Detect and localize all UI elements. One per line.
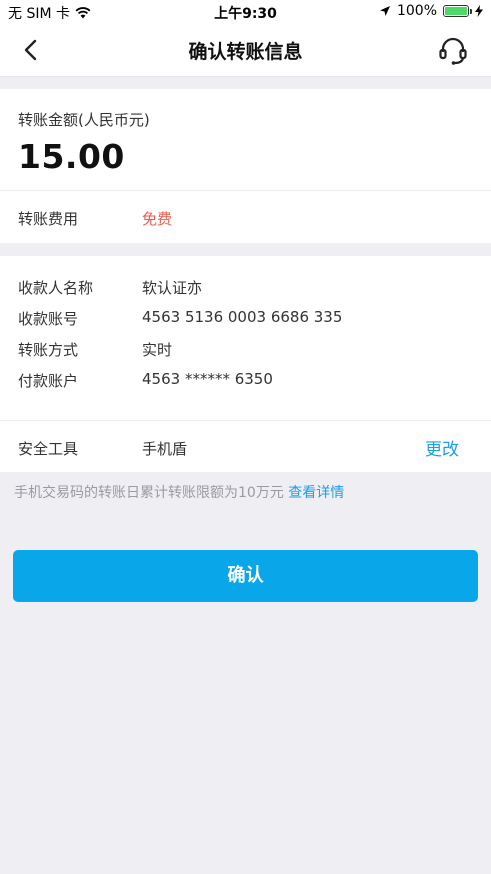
detail-row-transfer-method: 转账方式 实时 (0, 333, 491, 363)
divider (0, 420, 491, 421)
view-details-link[interactable]: 查看详情 (288, 485, 344, 501)
detail-row-payee-account: 收款账号 4563 5136 0003 6686 335 (0, 302, 491, 332)
change-security-tool-link[interactable]: 更改 (425, 435, 459, 460)
amount-card: 转账金额(人民币元) 15.00 转账费用 免费 (0, 89, 491, 243)
detail-value: 4563 ****** 6350 (142, 370, 273, 388)
detail-label: 收款人名称 (18, 279, 94, 297)
limit-notice-text: 手机交易码的转账日累计转账限额为10万元 (14, 485, 284, 501)
detail-label: 收款账号 (18, 310, 79, 328)
detail-label: 转账方式 (18, 341, 79, 359)
status-right-group: 100% (379, 3, 483, 19)
status-bar: 无 SIM 卡 上午9:30 100% (0, 0, 491, 24)
details-card: 收款人名称 软认证亦 收款账号 4563 5136 0003 6686 335 … (0, 256, 491, 472)
security-tool-value: 手机盾 (142, 440, 188, 458)
fee-value: 免费 (142, 210, 173, 228)
fee-label: 转账费用 (18, 210, 79, 228)
confirm-button[interactable]: 确认 (13, 550, 478, 602)
detail-value: 实时 (142, 341, 173, 359)
detail-row-payer-account: 付款账户 4563 ****** 6350 (0, 364, 491, 394)
battery-fill (445, 7, 467, 15)
amount-value: 15.00 (18, 137, 125, 176)
limit-notice: 手机交易码的转账日累计转账限额为10万元 查看详情 (14, 482, 344, 502)
security-tool-label: 安全工具 (18, 440, 79, 458)
detail-row-payee-name: 收款人名称 软认证亦 (0, 271, 491, 301)
battery-icon (443, 5, 472, 17)
location-arrow-icon (379, 6, 390, 16)
detail-label: 付款账户 (18, 372, 79, 390)
detail-value: 4563 5136 0003 6686 335 (142, 308, 343, 326)
charging-bolt-icon (475, 5, 483, 17)
page-title: 确认转账信息 (188, 41, 303, 63)
battery-percent: 100% (396, 3, 437, 19)
amount-label: 转账金额(人民币元) (18, 111, 150, 129)
fee-row: 转账费用 免费 (0, 202, 491, 232)
detail-value: 软认证亦 (142, 279, 203, 297)
divider (0, 190, 491, 191)
nav-bar: 确认转账信息 (0, 24, 491, 77)
headset-icon[interactable] (437, 35, 469, 67)
security-tool-row: 安全工具 手机盾 (0, 432, 491, 462)
